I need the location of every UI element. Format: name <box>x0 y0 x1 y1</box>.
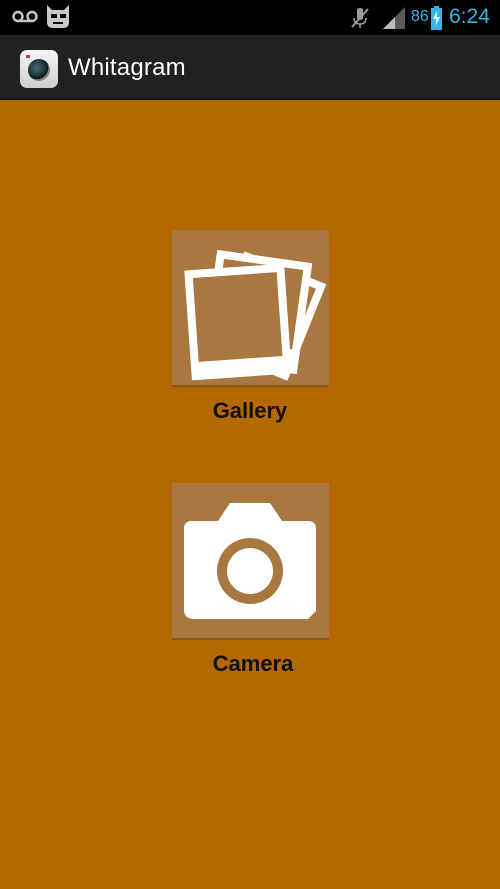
clock: 6:24 <box>449 5 490 28</box>
cyanogenmod-icon <box>47 5 69 28</box>
app-logo-lens <box>28 59 50 81</box>
gallery-label[interactable]: Gallery <box>150 398 350 424</box>
app-title: Whitagram <box>68 54 186 81</box>
camera-label[interactable]: Camera <box>153 651 353 677</box>
battery-charging-icon <box>431 6 442 30</box>
camera-icon <box>184 503 316 619</box>
app-logo-red-dot <box>26 55 30 58</box>
signal-icon <box>383 7 405 29</box>
action-bar: Whitagram <box>0 35 500 100</box>
voicemail-icon <box>12 10 38 23</box>
photos-icon <box>184 249 327 381</box>
camera-lens-icon[interactable] <box>20 50 58 88</box>
status-bar: 86 6:24 <box>0 0 500 35</box>
mute-icon <box>351 8 369 28</box>
battery-percent: 86 <box>411 8 429 25</box>
gallery-button[interactable] <box>172 230 329 387</box>
camera-button[interactable] <box>172 483 329 640</box>
